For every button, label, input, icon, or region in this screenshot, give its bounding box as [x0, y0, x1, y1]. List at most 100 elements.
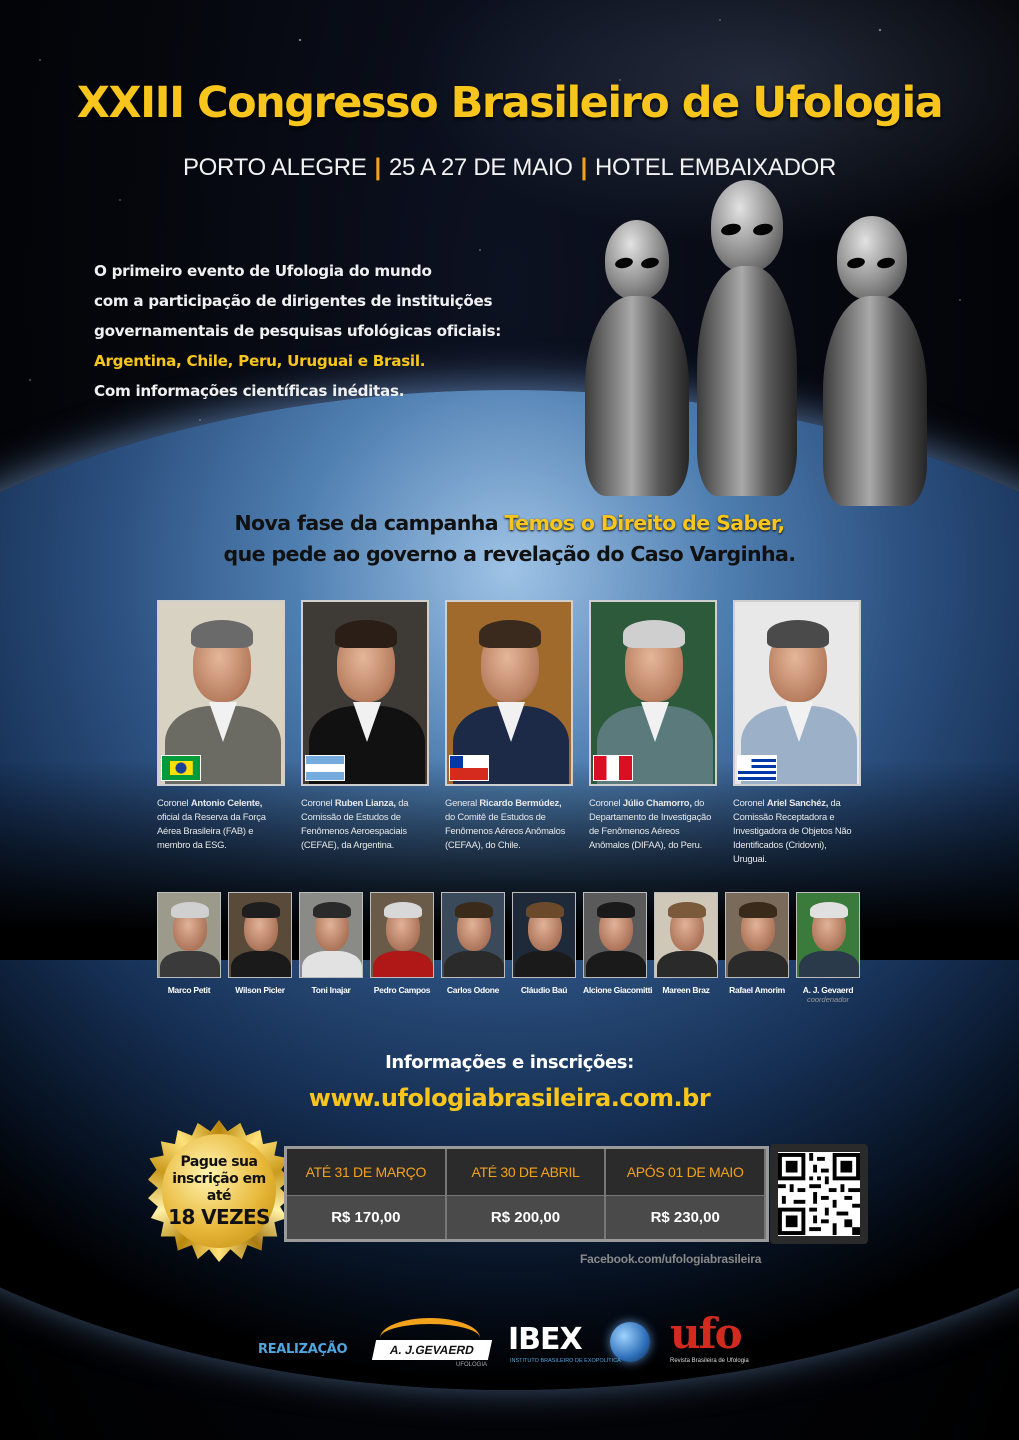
speaker-desc: oficial da Reserva da Força Aérea Brasil…	[157, 811, 266, 850]
separator: |	[580, 154, 588, 181]
speaker-caption: Coronel Júlio Chamorro, do Departamento …	[589, 796, 717, 852]
speaker-thumb: Toni Inajar	[299, 892, 363, 995]
price-value: R$ 200,00	[446, 1195, 607, 1239]
flag-peru-icon	[593, 755, 633, 781]
speaker-rank: Coronel	[589, 797, 623, 808]
speaker-card: Coronel Ariel Sanchéz, da Comissão Recep…	[733, 600, 861, 866]
speaker-card: Coronel Ruben Lianza, da Comissão de Est…	[301, 600, 429, 852]
price-period: APÓS 01 DE MAIO	[606, 1149, 767, 1195]
speaker-photo	[299, 892, 363, 978]
speaker-photo	[157, 892, 221, 978]
seal-line: Pague sua	[180, 1153, 258, 1170]
speaker-thumb: Rafael Amorim	[725, 892, 789, 995]
speaker-name: Antonio Celente,	[190, 797, 263, 808]
facebook-link[interactable]: Facebook.com/ufologiabrasileira	[580, 1252, 761, 1266]
speaker-photo	[796, 892, 860, 978]
speaker-name: A. J. Gevaerd	[802, 985, 854, 995]
gevaerd-logo-sub: UFOLOGIA	[456, 1362, 488, 1368]
speaker-photo	[157, 600, 285, 786]
ufo-logo-text: ufo	[670, 1309, 743, 1358]
price-value: R$ 230,00	[606, 1195, 767, 1239]
price-period: ATÉ 30 DE ABRIL	[446, 1149, 607, 1195]
speaker-caption: Coronel Ruben Lianza, da Comissão de Est…	[301, 796, 429, 852]
intro-line: governamentais de pesquisas ufológicas o…	[94, 322, 501, 340]
event-subtitle: PORTO ALEGRE | 25 A 27 DE MAIO | HOTEL EMBAI…	[0, 154, 1019, 182]
campaign-text: Nova fase da campanha Temos o Direito de…	[0, 508, 1019, 570]
website-link[interactable]: www.ufologiabrasileira.com.br	[0, 1084, 1019, 1112]
speaker-thumb: Marco Petit	[157, 892, 221, 995]
speaker-rank: Coronel	[733, 797, 767, 808]
speaker-photo	[654, 892, 718, 978]
price-table: ATÉ 31 DE MARÇO ATÉ 30 DE ABRIL APÓS 01 DE…	[284, 1146, 769, 1242]
intro-line: Com informações científicas inéditas.	[94, 382, 405, 400]
speaker-name: Carlos Odone	[446, 985, 500, 995]
ibex-logo-text: IBEX	[508, 1322, 583, 1357]
speaker-name: Mareen Braz	[662, 985, 710, 995]
speaker-thumb: Pedro Campos	[370, 892, 434, 995]
speaker-photo	[583, 892, 647, 978]
intro-text: O primeiro evento de Ufologia do mundo c…	[94, 256, 554, 406]
speaker-name: Toni Inajar	[311, 985, 351, 995]
speaker-caption: Coronel Antonio Celente, oficial da Rese…	[157, 796, 285, 852]
intro-line: com a participação de dirigentes de inst…	[94, 292, 493, 310]
speaker-thumb: Carlos Odone	[441, 892, 505, 995]
flag-brazil-icon	[161, 755, 201, 781]
speaker-thumb: A. J. Gevaerd coordenador	[796, 892, 860, 1004]
speaker-rank: General	[445, 797, 480, 808]
poster: XXIII Congresso Brasileiro de Ufologia P…	[0, 0, 1019, 1440]
campaign-prefix: Nova fase da campanha	[234, 511, 505, 535]
speaker-card: Coronel Antonio Celente, oficial da Rese…	[157, 600, 285, 852]
event-title: XXIII Congresso Brasileiro de Ufologia	[76, 78, 944, 128]
speaker-thumb: Cláudio Baú	[512, 892, 576, 995]
qr-code[interactable]	[770, 1144, 868, 1244]
qr-code-icon	[778, 1152, 860, 1236]
intro-line: O primeiro evento de Ufologia do mundo	[94, 262, 432, 280]
intro-countries: Argentina, Chile, Peru, Uruguai e Brasil…	[94, 352, 426, 370]
aliens-illustration	[585, 180, 955, 506]
speaker-name: Pedro Campos	[373, 985, 431, 995]
seal-highlight: 18 VEZES	[168, 1204, 270, 1229]
price-header-row: ATÉ 31 DE MARÇO ATÉ 30 DE ABRIL APÓS 01 DE…	[287, 1149, 767, 1195]
speaker-name: Alcione Giacomitti	[583, 985, 653, 995]
installments-seal: Pague sua inscrição em até 18 VEZES	[148, 1120, 290, 1262]
globe-icon	[610, 1322, 650, 1362]
speaker-photo	[589, 600, 717, 786]
gevaerd-logo[interactable]: A. J.GEVAERD UFOLOGIA	[366, 1318, 493, 1372]
campaign-line2: que pede ao governo a revelação do Caso …	[223, 542, 797, 566]
speaker-name: Rafael Amorim	[729, 985, 785, 995]
speaker-photo	[441, 892, 505, 978]
speaker-role: coordenador	[806, 995, 850, 1004]
speaker-rank: Coronel	[157, 797, 191, 808]
price-period: ATÉ 31 DE MARÇO	[287, 1149, 447, 1195]
speaker-thumb: Wilson Picler	[228, 892, 292, 995]
speaker-name: Júlio Chamorro,	[622, 797, 692, 808]
event-venue: HOTEL EMBAIXADOR	[595, 154, 837, 181]
event-location: PORTO ALEGRE	[182, 154, 367, 181]
speaker-photo	[733, 600, 861, 786]
speaker-caption: Coronel Ariel Sanchéz, da Comissão Recep…	[733, 796, 861, 866]
speaker-photo	[228, 892, 292, 978]
separator: |	[374, 154, 382, 181]
speaker-name: Ricardo Bermúdez,	[479, 797, 562, 808]
speaker-photo	[512, 892, 576, 978]
event-dates: 25 A 27 DE MAIO	[388, 154, 573, 181]
seal-inner: Pague sua inscrição em até 18 VEZES	[162, 1134, 276, 1248]
speaker-name: Marco Petit	[167, 985, 211, 995]
speaker-name: Wilson Picler	[235, 985, 285, 995]
speaker-card: General Ricardo Bermúdez, do Comitê de E…	[445, 600, 573, 852]
flag-chile-icon	[449, 755, 489, 781]
ufo-logo[interactable]: ufo Revista Brasileira de Ufologia	[670, 1312, 780, 1372]
speaker-photo	[370, 892, 434, 978]
speaker-photo	[445, 600, 573, 786]
speaker-caption: General Ricardo Bermúdez, do Comitê de E…	[445, 796, 573, 852]
speaker-photo	[301, 600, 429, 786]
gevaerd-logo-text: A. J.GEVAERD	[371, 1340, 493, 1360]
info-label: Informações e inscrições:	[385, 1052, 634, 1073]
ufo-logo-sub: Revista Brasileira de Ufologia	[670, 1358, 749, 1364]
speaker-name: Cláudio Baú	[520, 985, 568, 995]
flag-uruguay-icon	[737, 755, 777, 781]
flag-argentina-icon	[305, 755, 345, 781]
ibex-logo[interactable]: IBEX INSTITUTO BRASILEIRO DE EXOPOLÍTICA	[508, 1322, 650, 1372]
speaker-card: Coronel Júlio Chamorro, do Departamento …	[589, 600, 717, 852]
realizacao-label: REALIZAÇÃO	[258, 1342, 348, 1357]
